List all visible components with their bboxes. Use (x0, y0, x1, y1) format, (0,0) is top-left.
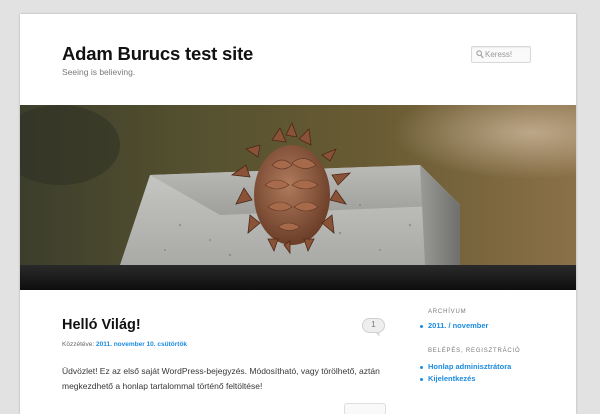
search-box[interactable] (471, 46, 531, 63)
header-image[interactable] (20, 105, 576, 290)
archive-link-2011-november[interactable]: 2011. / november (428, 321, 488, 330)
page: Adam Burucs test site Seeing is believin… (20, 14, 576, 414)
site-title[interactable]: Adam Burucs test site (62, 43, 253, 65)
post-date-link[interactable]: 2011. november 10. csütörtök (96, 341, 187, 348)
comment-count-bubble[interactable]: 1 (362, 318, 385, 337)
faint-element (344, 403, 386, 414)
site-description: Seeing is believing. (62, 67, 136, 77)
archive-widget-title: ARCHÍVUM (428, 309, 467, 315)
list-bullet (420, 325, 423, 328)
post-content: Üdvözlet! Ez az első saját WordPress-bej… (62, 366, 380, 391)
meta-widget-title: BELÉPÉS, REGISZTRÁCIÓ (428, 348, 521, 354)
site-admin-link[interactable]: Honlap adminisztrátora (428, 362, 511, 371)
pinecone-header-photo (20, 105, 576, 290)
logout-link[interactable]: Kijelentkezés (428, 374, 476, 383)
list-bullet (420, 378, 423, 381)
post-meta: Közzétéve: 2011. november 10. csütörtök (62, 341, 187, 348)
list-bullet (420, 366, 423, 369)
comment-count: 1 (371, 320, 376, 329)
post-title[interactable]: Helló Világ! (62, 317, 141, 333)
post-meta-prefix: Közzétéve: (62, 341, 95, 348)
search-input[interactable] (485, 47, 530, 62)
search-icon (476, 50, 484, 59)
